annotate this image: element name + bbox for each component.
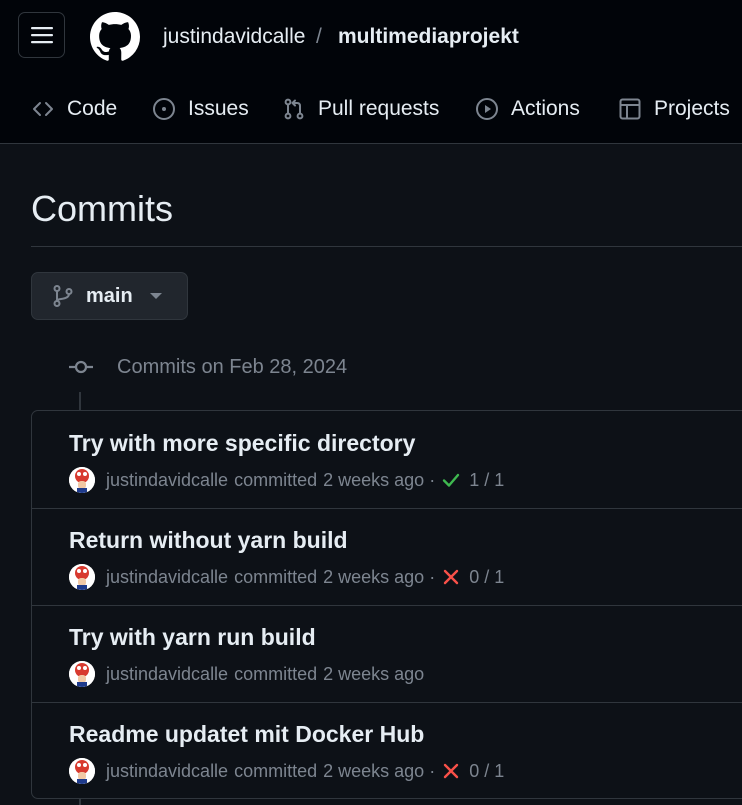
- branch-selector-button[interactable]: main: [31, 272, 188, 320]
- checks-count: 0 / 1: [469, 760, 505, 781]
- git-branch-icon: [53, 285, 73, 307]
- tab-pull-requests-label: Pull requests: [318, 97, 440, 120]
- commit-action: committed: [234, 760, 318, 781]
- code-icon: [33, 102, 53, 116]
- timeline-line: [79, 392, 81, 410]
- commit-time: 2 weeks ago: [323, 760, 425, 781]
- tab-actions[interactable]: Actions: [475, 92, 580, 126]
- menu-button[interactable]: [18, 12, 65, 58]
- check-icon: [442, 473, 460, 487]
- commit-time: 2 weeks ago: [323, 566, 425, 587]
- commit-author-link[interactable]: justindavidcalle: [106, 567, 228, 588]
- divider: [31, 246, 742, 247]
- tab-projects[interactable]: Projects: [618, 92, 730, 126]
- commits-date-heading: Commits on Feb 28, 2024: [117, 356, 348, 378]
- repo-name-link[interactable]: multimediaprojekt: [338, 24, 519, 50]
- tab-issues-label: Issues: [188, 97, 249, 120]
- tab-code[interactable]: Code: [31, 92, 117, 126]
- avatar[interactable]: [69, 467, 95, 493]
- commit-row: Return without yarn build justindavidcal…: [32, 508, 742, 606]
- issue-opened-icon: [153, 98, 175, 120]
- avatar[interactable]: [69, 564, 95, 590]
- commit-row: Try with yarn run build justindavidcalle…: [32, 605, 742, 703]
- page-title: Commits: [31, 188, 173, 229]
- checks-status[interactable]: 0 / 1: [441, 761, 504, 782]
- avatar[interactable]: [69, 661, 95, 687]
- commit-action: committed: [234, 469, 318, 490]
- checks-count: 1 / 1: [469, 469, 505, 490]
- commit-author-link[interactable]: justindavidcalle: [106, 470, 228, 491]
- commit-time: 2 weeks ago: [323, 663, 425, 684]
- git-commit-icon: [69, 360, 93, 374]
- triangle-down-icon: [149, 293, 162, 299]
- repo-header: justindavidcalle / multimediaprojekt Cod…: [0, 0, 742, 144]
- separator-dot: ·: [429, 469, 436, 490]
- commit-action: committed: [234, 566, 318, 587]
- git-pull-request-icon: [284, 98, 304, 120]
- commit-action: committed: [234, 663, 318, 684]
- commit-row: Readme updatet mit Docker Hub justindavi…: [32, 702, 742, 798]
- commit-meta: justindavidcalle committed 2 weeks ago: [69, 660, 424, 688]
- commit-message-link[interactable]: Try with yarn run build: [69, 623, 316, 651]
- commit-message-link[interactable]: Return without yarn build: [69, 526, 348, 554]
- tab-actions-label: Actions: [511, 97, 580, 120]
- timeline-marker: [68, 352, 94, 382]
- hamburger-icon: [30, 27, 53, 44]
- tab-issues[interactable]: Issues: [152, 92, 249, 126]
- tab-projects-label: Projects: [654, 97, 730, 120]
- breadcrumb-separator: /: [316, 25, 322, 48]
- x-icon: [443, 763, 459, 779]
- timeline-line: [79, 799, 81, 805]
- commit-meta: justindavidcalle committed 2 weeks ago ·…: [69, 757, 504, 785]
- tab-pull-requests[interactable]: Pull requests: [282, 92, 439, 126]
- separator-dot: ·: [429, 760, 436, 781]
- commit-author-link[interactable]: justindavidcalle: [106, 664, 228, 685]
- separator-dot: ·: [429, 566, 436, 587]
- x-icon: [443, 569, 459, 585]
- checks-status[interactable]: 1 / 1: [441, 470, 504, 491]
- tab-code-label: Code: [67, 97, 118, 120]
- github-logo-icon[interactable]: [90, 12, 140, 62]
- commit-message-link[interactable]: Readme updatet mit Docker Hub: [69, 720, 424, 748]
- avatar[interactable]: [69, 758, 95, 784]
- repo-owner-link[interactable]: justindavidcalle: [163, 24, 305, 50]
- play-icon: [476, 98, 498, 120]
- commit-list: Try with more specific directory justind…: [31, 410, 742, 799]
- commit-meta: justindavidcalle committed 2 weeks ago ·…: [69, 563, 504, 591]
- table-icon: [619, 98, 641, 120]
- branch-name: main: [86, 284, 133, 307]
- commit-meta: justindavidcalle committed 2 weeks ago ·…: [69, 466, 504, 494]
- commit-time: 2 weeks ago: [323, 469, 425, 490]
- checks-status[interactable]: 0 / 1: [441, 567, 504, 588]
- checks-count: 0 / 1: [469, 566, 505, 587]
- commit-author-link[interactable]: justindavidcalle: [106, 761, 228, 782]
- commit-message-link[interactable]: Try with more specific directory: [69, 429, 415, 457]
- commit-row: Try with more specific directory justind…: [32, 411, 742, 509]
